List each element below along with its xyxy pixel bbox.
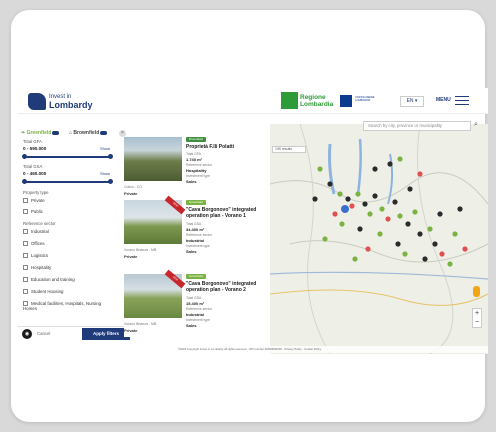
item-owner: Private bbox=[124, 328, 138, 333]
eye-icon[interactable]: ◉ bbox=[22, 329, 32, 339]
gfa-label: Total GSA bbox=[186, 296, 202, 300]
gfa-label: Total GFA bbox=[186, 152, 201, 156]
total-gsa-value: 0 - 460.000 bbox=[23, 171, 47, 176]
factory-icon: ⌂ bbox=[69, 130, 73, 136]
investment-label: Investment type bbox=[186, 244, 210, 248]
reference-sector-label: Reference sector bbox=[23, 221, 56, 226]
investment-label: Investment type bbox=[186, 174, 210, 178]
investment-value: Sales bbox=[186, 249, 197, 254]
item-title[interactable]: "Cava Borgonovo" integrated operation pl… bbox=[186, 207, 270, 219]
sector-value: Industrial bbox=[186, 238, 205, 243]
sector-label: Reference sector bbox=[186, 307, 212, 311]
gsa-range-slider[interactable] bbox=[22, 179, 113, 184]
checkbox-hospitality[interactable]: Hospitality bbox=[23, 265, 52, 271]
search-icon[interactable]: ⌕ bbox=[474, 121, 478, 129]
sector-label: Reference sector bbox=[186, 163, 212, 167]
regione-cross-icon bbox=[281, 92, 298, 109]
filters-panel: ❧ Greenfield ⌂ Brownfield Total GFA 0 - … bbox=[18, 124, 118, 354]
language-select[interactable]: EN ▾ bbox=[400, 96, 424, 107]
property-type-label: Property type bbox=[23, 190, 49, 195]
gsa-show-toggle[interactable]: Show bbox=[100, 171, 110, 176]
brownfield-toggle[interactable]: ⌂ Brownfield bbox=[69, 130, 108, 136]
item-title[interactable]: Proprietà F.lli Polatti bbox=[186, 144, 270, 150]
partner-mark-icon bbox=[340, 95, 352, 107]
checkbox-offices[interactable]: Offices bbox=[23, 241, 45, 247]
site-header: Invest in Lombardy Regione Lombardia UNI… bbox=[18, 88, 488, 114]
sector-value: Industrial bbox=[186, 312, 205, 317]
checkbox-industrial[interactable]: Industrial bbox=[23, 229, 49, 235]
gfa-value: 1.740 m² bbox=[186, 157, 203, 162]
item-location: Colico - CO bbox=[124, 185, 143, 189]
investment-label: Investment type bbox=[186, 318, 210, 322]
page: Invest in Lombardy Regione Lombardia UNI… bbox=[18, 88, 488, 354]
checkbox-label: Hospitality bbox=[31, 265, 52, 270]
street-view-pegman-icon[interactable] bbox=[473, 286, 480, 297]
total-gfa-value: 0 - 590.000 bbox=[23, 146, 47, 151]
regione-lombardia-logo[interactable]: Regione Lombardia bbox=[281, 92, 333, 110]
filter-actions-bar: ◉ Cancel Apply filters bbox=[18, 326, 134, 340]
partner-logo[interactable]: UNIONCAMERE LOMBARDIA bbox=[340, 94, 388, 108]
greenfield-label: Greenfield bbox=[26, 130, 52, 136]
item-location: Vorano Brianza - MB bbox=[124, 248, 157, 252]
checkbox-education[interactable]: Education and training bbox=[23, 277, 75, 283]
total-gsa-label: Total GSA bbox=[23, 164, 43, 169]
item-title[interactable]: "Cava Borgonovo" integrated operation pl… bbox=[186, 281, 270, 293]
results-count: 199 results bbox=[272, 146, 306, 153]
results-list: Colico - CO Private Brownfield Proprietà… bbox=[124, 137, 270, 337]
lombardy-map-icon bbox=[28, 93, 46, 110]
checkbox-label: Medical facilities, Hospitals, Nursing H… bbox=[23, 301, 102, 311]
item-owner: Private bbox=[124, 254, 138, 259]
map-view[interactable] bbox=[270, 124, 488, 354]
regione-line1: Regione bbox=[300, 94, 326, 101]
checkbox-logistics[interactable]: Logistics bbox=[23, 253, 49, 259]
brownfield-label: Brownfield bbox=[73, 130, 100, 136]
menu-label[interactable]: MENU bbox=[436, 97, 451, 103]
map-footer: ©2024 Copyright Invest in Lombardy all r… bbox=[118, 346, 488, 353]
checkbox-label: Student Housing bbox=[31, 289, 64, 294]
gfa-show-toggle[interactable]: Show bbox=[100, 146, 110, 151]
close-icon[interactable]: × bbox=[119, 130, 126, 137]
checkbox-medical[interactable]: Medical facilities, Hospitals, Nursing H… bbox=[23, 301, 115, 311]
checkbox-label: Industrial bbox=[31, 229, 49, 234]
list-item[interactable]: NEW Vorano Brianza - MB Private Greenfie… bbox=[124, 195, 270, 278]
checkbox-public[interactable]: Public bbox=[23, 209, 43, 215]
logo-big-text: Lombardy bbox=[49, 100, 93, 110]
checkbox-label: Public bbox=[31, 209, 43, 214]
hamburger-icon[interactable] bbox=[455, 96, 469, 105]
sector-value: Hospitality bbox=[186, 168, 207, 173]
greenfield-switch[interactable] bbox=[52, 130, 60, 135]
checkbox-student-housing[interactable]: Student Housing bbox=[23, 289, 64, 295]
total-gfa-label: Total GFA bbox=[23, 139, 42, 144]
apply-filters-button[interactable]: Apply filters bbox=[82, 328, 130, 340]
gfa-value: 15.400 m² bbox=[186, 301, 205, 306]
map-canvas bbox=[270, 124, 488, 354]
checkbox-label: Education and training bbox=[31, 277, 75, 282]
status-badge: Greenfield bbox=[186, 274, 206, 279]
checkbox-label: Logistics bbox=[31, 253, 49, 258]
list-item[interactable]: NEW Vorano Brianza - MB Private Greenfie… bbox=[124, 269, 270, 337]
property-photo[interactable] bbox=[124, 137, 182, 181]
gfa-range-slider[interactable] bbox=[22, 154, 113, 159]
checkbox-private[interactable]: Private bbox=[23, 198, 45, 204]
leaf-icon: ❧ bbox=[21, 130, 26, 136]
brownfield-switch[interactable] bbox=[100, 130, 108, 135]
partner-text: UNIONCAMERE LOMBARDIA bbox=[355, 96, 375, 102]
item-location: Vorano Brianza - MB bbox=[124, 322, 157, 326]
gfa-value: 34.400 m² bbox=[186, 227, 205, 232]
item-owner: Private bbox=[124, 191, 138, 196]
regione-line2: Lombardia bbox=[300, 101, 334, 108]
cancel-button[interactable]: Cancel bbox=[37, 331, 50, 336]
checkbox-label: Private bbox=[31, 198, 45, 203]
gfa-label: Total GSA bbox=[186, 222, 202, 226]
investment-value: Sales bbox=[186, 323, 197, 328]
map-search-input[interactable]: Search by city, province or municipality bbox=[363, 121, 471, 131]
checkbox-label: Offices bbox=[31, 241, 45, 246]
status-badge: Greenfield bbox=[186, 200, 206, 205]
greenfield-toggle[interactable]: ❧ Greenfield bbox=[21, 130, 60, 136]
sector-label: Reference sector bbox=[186, 233, 212, 237]
zoom-control[interactable]: + − bbox=[472, 308, 482, 328]
invest-in-lombardy-logo[interactable]: Invest in Lombardy bbox=[28, 92, 98, 112]
status-badge: Brownfield bbox=[186, 137, 207, 142]
investment-value: Sales bbox=[186, 179, 197, 184]
